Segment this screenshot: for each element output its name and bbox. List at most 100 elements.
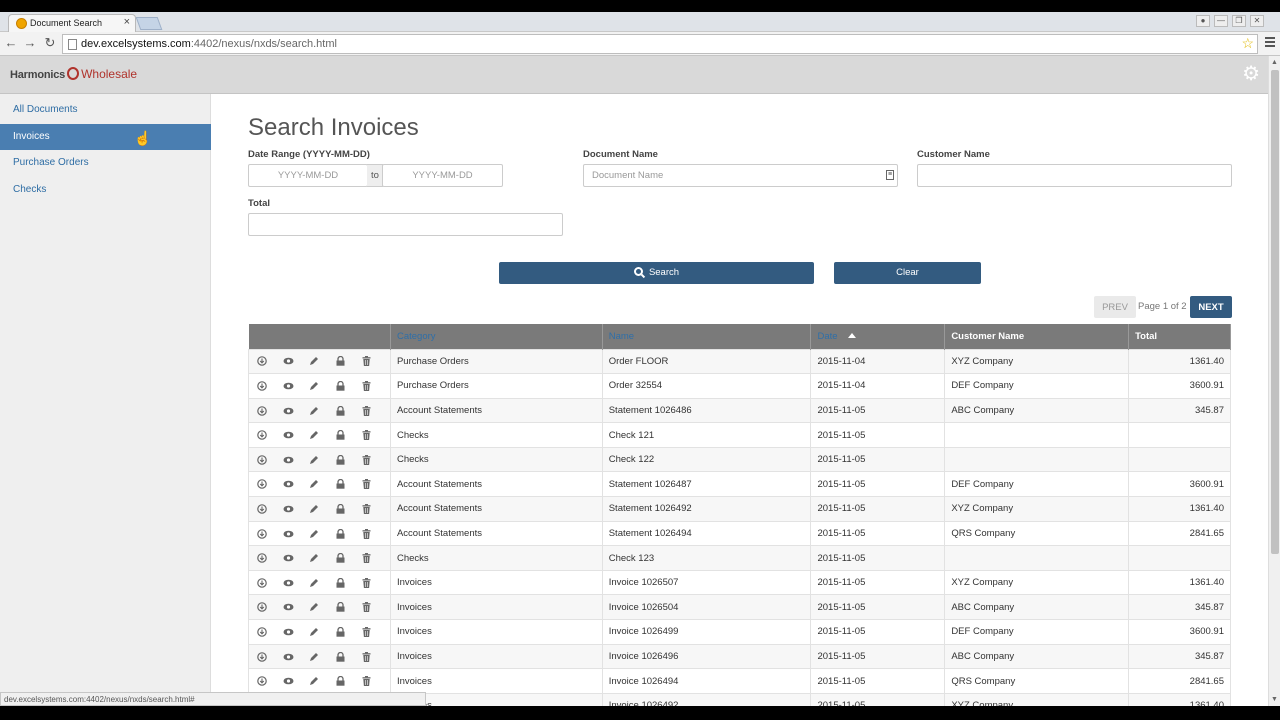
- clear-button[interactable]: Clear: [834, 262, 981, 284]
- edit-icon[interactable]: [301, 430, 327, 441]
- page-scrollbar[interactable]: ▲ ▼: [1268, 56, 1280, 706]
- download-icon[interactable]: [249, 454, 275, 465]
- table-row[interactable]: Invoices Invoice 1026504 2015-11-05 ABC Com…: [248, 594, 1231, 621]
- trash-icon[interactable]: [353, 454, 379, 465]
- document-name-input[interactable]: Document Name ≡: [583, 164, 898, 187]
- lock-icon[interactable]: [327, 430, 353, 441]
- view-icon[interactable]: [275, 528, 301, 538]
- table-row[interactable]: Checks Check 121 2015-11-05: [248, 422, 1231, 448]
- view-icon[interactable]: [275, 553, 301, 563]
- download-icon[interactable]: [249, 651, 275, 662]
- lock-icon[interactable]: [327, 356, 353, 367]
- table-row[interactable]: Checks Check 123 2015-11-05: [248, 545, 1231, 571]
- edit-icon[interactable]: [301, 602, 327, 613]
- lock-icon[interactable]: [327, 651, 353, 662]
- trash-icon[interactable]: [353, 626, 379, 637]
- category-column-header[interactable]: Category: [390, 324, 603, 349]
- edit-icon[interactable]: [301, 479, 327, 490]
- download-icon[interactable]: [249, 602, 275, 613]
- prev-page-button[interactable]: PREV: [1094, 296, 1136, 318]
- lock-icon[interactable]: [327, 405, 353, 416]
- trash-icon[interactable]: [353, 479, 379, 490]
- lock-icon[interactable]: [327, 503, 353, 514]
- view-icon[interactable]: [275, 651, 301, 661]
- trash-icon[interactable]: [353, 503, 379, 514]
- table-row[interactable]: Invoices Invoice 1026507 2015-11-05 XYZ Com…: [248, 569, 1231, 596]
- trash-icon[interactable]: [353, 577, 379, 588]
- edit-icon[interactable]: [301, 528, 327, 539]
- lock-icon[interactable]: [327, 380, 353, 391]
- edit-icon[interactable]: [301, 380, 327, 391]
- view-icon[interactable]: [275, 676, 301, 686]
- trash-icon[interactable]: [353, 528, 379, 539]
- download-icon[interactable]: [249, 676, 275, 687]
- trash-icon[interactable]: [353, 405, 379, 416]
- edit-icon[interactable]: [301, 454, 327, 465]
- table-row[interactable]: Account Statements Statement 1026492 2015-…: [248, 496, 1231, 522]
- date-to-input[interactable]: YYYY-MM-DD: [382, 164, 503, 187]
- lock-icon[interactable]: [327, 454, 353, 465]
- forward-icon[interactable]: →: [23, 35, 37, 50]
- browser-menu-icon[interactable]: [1265, 37, 1275, 49]
- sidebar-item-purchase-orders[interactable]: Purchase Orders: [0, 150, 211, 176]
- edit-icon[interactable]: [301, 553, 327, 564]
- sidebar-item-checks[interactable]: Checks: [0, 177, 211, 203]
- url-text[interactable]: dev.excelsystems.com:4402/nexus/nxds/sea…: [81, 38, 337, 50]
- download-icon[interactable]: [249, 553, 275, 564]
- new-tab-button[interactable]: [135, 17, 163, 30]
- trash-icon[interactable]: [353, 356, 379, 367]
- trash-icon[interactable]: [353, 430, 379, 441]
- scroll-down-icon[interactable]: ▼: [1271, 696, 1278, 703]
- brand-logo[interactable]: Harmonics Wholesale: [10, 67, 137, 81]
- table-row[interactable]: Purchase Orders Order 32554 2015-11-04 DEF …: [248, 373, 1231, 399]
- edit-icon[interactable]: [301, 356, 327, 367]
- trash-icon[interactable]: [353, 651, 379, 662]
- lock-icon[interactable]: [327, 553, 353, 564]
- download-icon[interactable]: [249, 577, 275, 588]
- edit-icon[interactable]: [301, 676, 327, 687]
- download-icon[interactable]: [249, 430, 275, 441]
- restore-icon[interactable]: ❐: [1232, 15, 1246, 27]
- back-icon[interactable]: ←: [4, 35, 18, 50]
- sidebar-item-invoices[interactable]: Invoices ☝: [0, 124, 211, 150]
- view-icon[interactable]: [275, 380, 301, 390]
- next-page-button[interactable]: NEXT: [1190, 296, 1232, 318]
- download-icon[interactable]: [249, 380, 275, 391]
- search-button[interactable]: Search: [499, 262, 814, 284]
- lock-icon[interactable]: [327, 577, 353, 588]
- download-icon[interactable]: [249, 356, 275, 367]
- minimize-icon[interactable]: —: [1214, 15, 1228, 27]
- trash-icon[interactable]: [353, 380, 379, 392]
- scroll-up-icon[interactable]: ▲: [1271, 59, 1278, 66]
- trash-icon[interactable]: [353, 676, 379, 687]
- download-icon[interactable]: [249, 528, 275, 539]
- view-icon[interactable]: [275, 356, 301, 366]
- window-close-icon[interactable]: ✕: [1250, 15, 1264, 27]
- table-row[interactable]: Purchase Orders Order FLOOR 2015-11-04 XYZ …: [248, 348, 1231, 375]
- table-row[interactable]: Account Statements Statement 1026494 2015-…: [248, 520, 1231, 547]
- trash-icon[interactable]: [353, 602, 379, 613]
- download-icon[interactable]: [249, 626, 275, 637]
- view-icon[interactable]: [275, 626, 301, 636]
- settings-gear-icon[interactable]: ⚙: [1242, 64, 1260, 84]
- lock-icon[interactable]: [327, 528, 353, 539]
- view-icon[interactable]: [275, 602, 301, 612]
- date-column-header[interactable]: Date: [810, 324, 946, 349]
- edit-icon[interactable]: [301, 626, 327, 637]
- tab-close-icon[interactable]: ×: [124, 16, 130, 28]
- view-icon[interactable]: [275, 405, 301, 415]
- lock-icon[interactable]: [327, 602, 353, 613]
- total-input[interactable]: [248, 213, 563, 236]
- table-row[interactable]: Checks Check 122 2015-11-05: [248, 446, 1231, 473]
- sidebar-item-all-documents[interactable]: All Documents: [0, 97, 211, 123]
- bookmark-star-icon[interactable]: ☆: [1241, 35, 1254, 52]
- table-row[interactable]: Account Statements Statement 1026486 2015-…: [248, 397, 1231, 424]
- lock-icon[interactable]: [327, 676, 353, 687]
- download-icon[interactable]: [249, 503, 275, 514]
- edit-icon[interactable]: [301, 405, 327, 416]
- view-icon[interactable]: [275, 479, 301, 489]
- reload-icon[interactable]: ↻: [43, 35, 57, 51]
- name-column-header[interactable]: Name: [602, 324, 812, 349]
- trash-icon[interactable]: [353, 553, 379, 564]
- lock-icon[interactable]: [327, 479, 353, 490]
